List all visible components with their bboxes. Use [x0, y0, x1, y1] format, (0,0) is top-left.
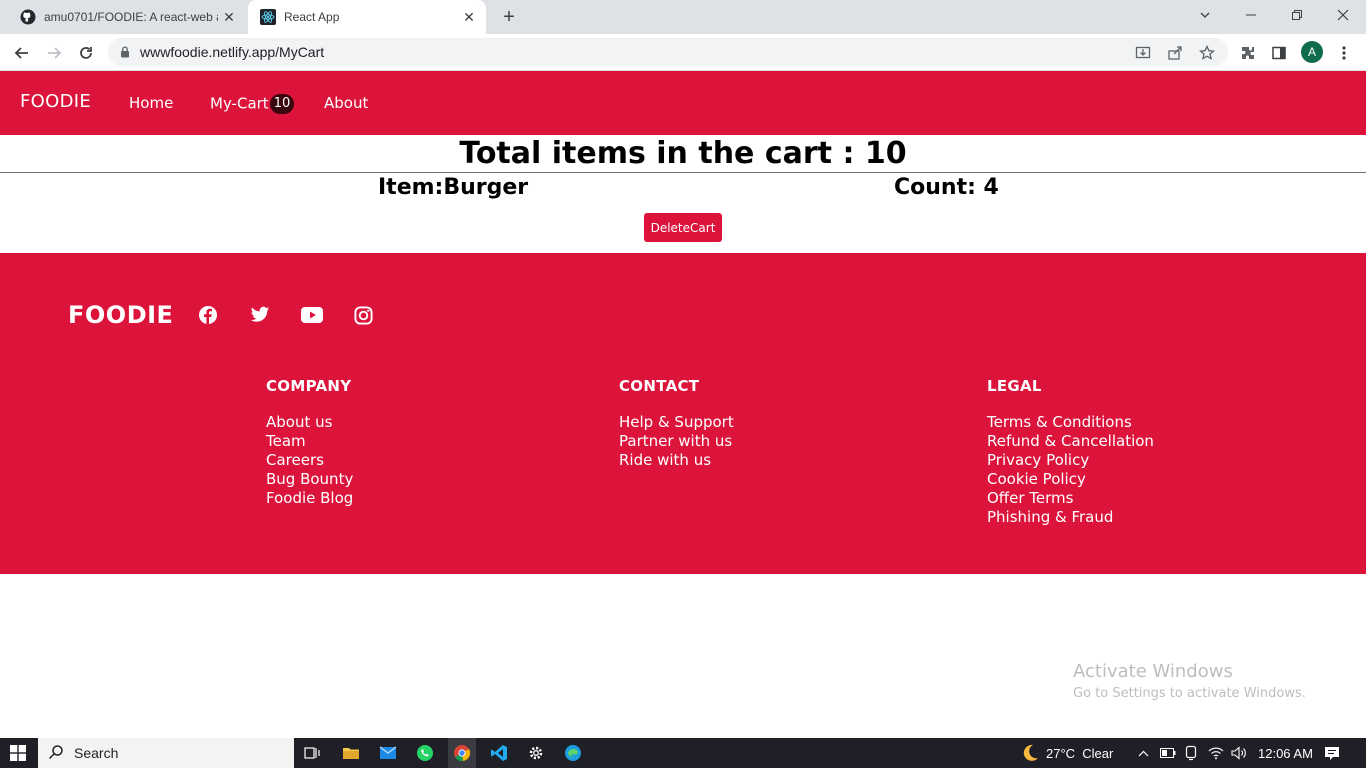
- footer-column-heading: LEGAL: [987, 377, 1042, 395]
- clock-time[interactable]: 12:06 AM: [1258, 738, 1313, 768]
- footer-link[interactable]: Careers: [266, 451, 353, 470]
- vscode-icon[interactable]: [485, 738, 513, 768]
- cart-count-badge: 10: [269, 94, 295, 114]
- edge-icon[interactable]: [559, 738, 587, 768]
- browser-toolbar: wwwfoodie.netlify.app/MyCart A: [0, 34, 1366, 71]
- bookmark-star-icon[interactable]: [1197, 43, 1217, 63]
- footer-link[interactable]: Cookie Policy: [987, 470, 1154, 489]
- footer-column-legal: LEGAL Terms & Conditions Refund & Cancel…: [987, 377, 1154, 527]
- close-tab-icon[interactable]: ✕: [458, 6, 480, 28]
- task-view-icon[interactable]: [298, 738, 326, 768]
- facebook-icon[interactable]: [197, 304, 219, 326]
- footer-link[interactable]: Foodie Blog: [266, 489, 353, 508]
- footer-column-heading: CONTACT: [619, 377, 700, 395]
- react-icon: [260, 9, 276, 25]
- nav-home-link[interactable]: Home: [129, 94, 173, 112]
- url-text: wwwfoodie.netlify.app/MyCart: [140, 44, 325, 60]
- close-tab-icon[interactable]: ✕: [218, 6, 240, 28]
- footer-link[interactable]: Refund & Cancellation: [987, 432, 1154, 451]
- chrome-taskbar-icon[interactable]: [448, 738, 476, 768]
- reload-icon[interactable]: [73, 40, 99, 66]
- cart-item-name: Item:Burger: [378, 175, 529, 200]
- forward-icon[interactable]: [41, 40, 67, 66]
- cart-total-heading: Total items in the cart : 10: [459, 136, 907, 171]
- nav-my-cart-link[interactable]: My-Cart 10: [210, 94, 295, 114]
- site-navbar: FOODIE Home My-Cart 10 About: [0, 71, 1366, 135]
- network-device-icon[interactable]: [1184, 738, 1198, 768]
- youtube-icon[interactable]: [301, 304, 323, 326]
- github-icon: [20, 9, 36, 25]
- new-tab-button[interactable]: +: [497, 5, 521, 29]
- footer-link[interactable]: About us: [266, 413, 353, 432]
- footer-link[interactable]: Phishing & Fraud: [987, 508, 1154, 527]
- notification-icon[interactable]: [1324, 738, 1340, 768]
- instagram-icon[interactable]: [352, 304, 374, 326]
- footer-link[interactable]: Team: [266, 432, 353, 451]
- whatsapp-icon[interactable]: [411, 738, 439, 768]
- footer-link[interactable]: Ride with us: [619, 451, 734, 470]
- volume-icon[interactable]: [1231, 738, 1247, 768]
- tab-react-app[interactable]: React App ✕: [248, 0, 486, 34]
- close-window-button[interactable]: [1320, 0, 1366, 30]
- side-panel-icon[interactable]: [1268, 42, 1290, 64]
- tab-github[interactable]: amu0701/FOODIE: A react-web app ✕: [8, 0, 246, 34]
- tab-title: amu0701/FOODIE: A react-web app: [44, 10, 218, 24]
- footer-column-contact: CONTACT Help & Support Partner with us R…: [619, 377, 734, 470]
- windows-taskbar: Search 27°C Clear 12:06 AM: [0, 738, 1366, 768]
- nav-my-cart-label: My-Cart: [210, 94, 269, 113]
- footer-column-company: COMPANY About us Team Careers Bug Bounty…: [266, 377, 353, 508]
- web-page: FOODIE Home My-Cart 10 About Total items …: [0, 71, 1366, 738]
- site-footer: FOODIE COMPANY About us Team Careers Bug…: [0, 253, 1366, 574]
- search-label: Search: [74, 745, 119, 761]
- nav-about-link[interactable]: About: [324, 94, 368, 112]
- weather-text: 27°C Clear: [1046, 745, 1114, 761]
- browser-tab-strip: amu0701/FOODIE: A react-web app ✕ React …: [0, 0, 1366, 34]
- extensions-icon[interactable]: [1237, 42, 1259, 64]
- delete-cart-button[interactable]: DeleteCart: [644, 213, 722, 242]
- search-icon: [48, 744, 64, 763]
- navbar-brand[interactable]: FOODIE: [20, 91, 91, 112]
- profile-avatar[interactable]: A: [1301, 41, 1323, 63]
- activate-windows-watermark: Activate Windows Go to Settings to activ…: [1073, 661, 1306, 701]
- tab-title: React App: [284, 10, 340, 24]
- share-icon[interactable]: [1165, 43, 1185, 63]
- footer-link[interactable]: Terms & Conditions: [987, 413, 1154, 432]
- windows-start-icon[interactable]: [0, 738, 36, 768]
- settings-gear-icon[interactable]: [522, 738, 550, 768]
- watermark-subtitle: Go to Settings to activate Windows.: [1073, 686, 1306, 701]
- chevron-up-icon[interactable]: [1138, 738, 1150, 768]
- footer-link[interactable]: Privacy Policy: [987, 451, 1154, 470]
- install-app-icon[interactable]: [1133, 43, 1153, 63]
- cart-item-count: Count: 4: [894, 175, 999, 200]
- battery-icon[interactable]: [1160, 738, 1176, 768]
- divider: [0, 172, 1366, 173]
- menu-kebab-icon[interactable]: [1333, 42, 1355, 64]
- watermark-title: Activate Windows: [1073, 661, 1233, 682]
- footer-link[interactable]: Help & Support: [619, 413, 734, 432]
- minimize-button[interactable]: [1228, 0, 1274, 30]
- footer-column-heading: COMPANY: [266, 377, 352, 395]
- restore-button[interactable]: [1274, 0, 1320, 30]
- footer-link[interactable]: Bug Bounty: [266, 470, 353, 489]
- footer-brand: FOODIE: [68, 301, 174, 329]
- moon-icon: [1018, 742, 1040, 764]
- footer-link[interactable]: Offer Terms: [987, 489, 1154, 508]
- footer-link[interactable]: Partner with us: [619, 432, 734, 451]
- back-icon[interactable]: [9, 40, 35, 66]
- tab-search-icon[interactable]: [1182, 0, 1228, 30]
- mail-icon[interactable]: [374, 738, 402, 768]
- lock-icon: [120, 46, 130, 58]
- taskbar-search-box[interactable]: Search: [38, 738, 294, 768]
- wifi-icon[interactable]: [1208, 738, 1224, 768]
- weather-widget[interactable]: 27°C Clear: [1018, 738, 1113, 768]
- twitter-icon[interactable]: [249, 304, 271, 326]
- file-explorer-icon[interactable]: [337, 738, 365, 768]
- address-bar[interactable]: wwwfoodie.netlify.app/MyCart: [108, 38, 1228, 66]
